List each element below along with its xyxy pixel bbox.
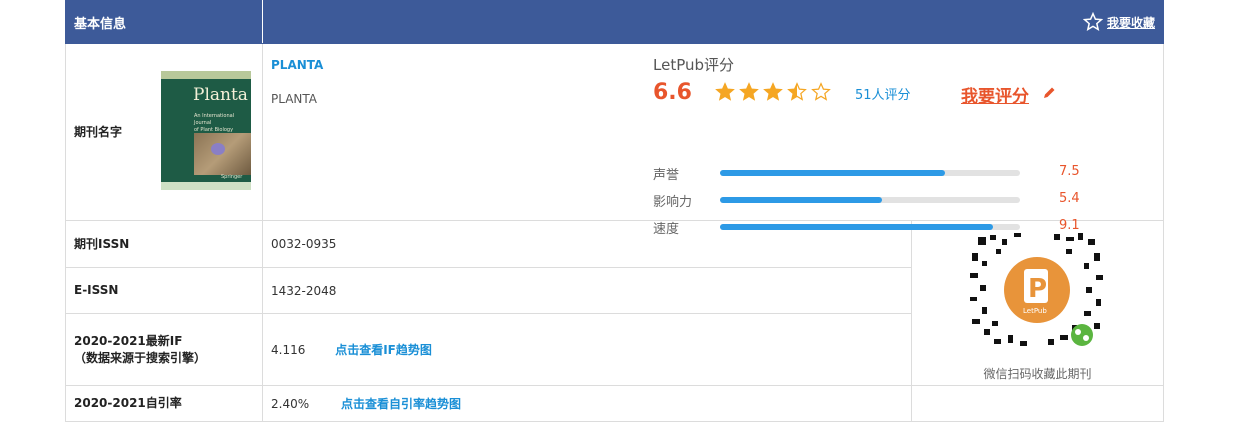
- metric-speed-label: 速度: [653, 222, 680, 237]
- metric-impact-value: 5.4: [1059, 191, 1080, 206]
- section-title: 基本信息: [74, 16, 127, 32]
- issn-label: 期刊ISSN: [65, 220, 263, 268]
- favorite-label: 我要收藏: [1107, 15, 1156, 30]
- info-table: 基本信息 我要收藏 期刊名字 PLANTA PLANTA LetPub评分 6.…: [65, 0, 1165, 422]
- eissn-label: E-ISSN: [65, 267, 263, 314]
- metric-reputation-value: 7.5: [1059, 164, 1080, 179]
- qr-center-text: LetPub: [1023, 307, 1047, 315]
- cover-subtitle-line1: An International Journal: [194, 113, 235, 126]
- star-full-icon: [763, 82, 783, 101]
- star-full-icon: [715, 82, 735, 101]
- cover-title: Planta: [193, 85, 248, 105]
- star-full-icon: [739, 82, 759, 101]
- metric-impact-bar: [720, 197, 1020, 203]
- self-citation-row: 2020-2021自引率 2.40% 点击查看自引率趋势图: [65, 385, 1165, 422]
- letpub-score-title: LetPub评分: [653, 56, 735, 74]
- self-citation-trend-link[interactable]: 点击查看自引率趋势图: [341, 397, 461, 411]
- journal-info-panel: 基本信息 我要收藏 期刊名字 PLANTA PLANTA LetPub评分 6.…: [65, 0, 1165, 422]
- self-citation-label: 2020-2021自引率: [65, 385, 263, 422]
- eissn-value: 1432-2048: [262, 267, 912, 314]
- impact-factor-label-line2: （数据来源于搜索引擎）: [74, 350, 207, 365]
- star-half-icon: [787, 82, 807, 101]
- journal-name-link[interactable]: PLANTA: [271, 58, 323, 72]
- star-rating: [715, 82, 831, 102]
- rate-journal-button[interactable]: 我要评分: [961, 82, 1029, 107]
- star-empty-icon: [811, 82, 831, 101]
- favorite-button[interactable]: 我要收藏: [1083, 12, 1155, 32]
- pencil-icon[interactable]: [1041, 85, 1057, 101]
- if-trend-link[interactable]: 点击查看IF趋势图: [335, 343, 432, 357]
- impact-factor-label-line1: 2020-2021最新IF: [74, 333, 183, 348]
- impact-factor-label: 2020-2021最新IF （数据来源于搜索引擎）: [65, 313, 263, 386]
- journal-abbreviation: PLANTA: [271, 92, 317, 106]
- cover-publisher: Springer: [221, 174, 243, 180]
- qr-caption: 微信扫码收藏此期刊: [983, 367, 1092, 381]
- score-value: 6.6: [653, 80, 692, 105]
- metric-impact-fill: [720, 197, 882, 203]
- issn-row: 期刊ISSN 0032-0935 P LetPub 微信扫码收藏此期刊: [65, 220, 1165, 386]
- header-row: 基本信息 我要收藏: [65, 0, 1165, 44]
- journal-cover-image: Planta An International Journal of Plant…: [161, 71, 251, 190]
- metric-reputation-bar: [720, 170, 1020, 176]
- svg-text:P: P: [1028, 274, 1047, 304]
- qr-code-image[interactable]: P LetPub: [968, 231, 1106, 349]
- metric-impact-label: 影响力: [653, 195, 693, 210]
- cover-subtitle: An International Journal of Plant Biolog…: [194, 113, 251, 134]
- metric-reputation-label: 声誉: [653, 168, 680, 183]
- star-outline-icon: [1083, 12, 1103, 31]
- qr-code-panel: P LetPub 微信扫码收藏此期刊: [910, 220, 1165, 386]
- impact-factor-value: 4.116: [271, 343, 306, 357]
- metric-reputation-fill: [720, 170, 945, 176]
- self-citation-value: 2.40%: [271, 397, 310, 411]
- rating-count-link[interactable]: 51人评分: [855, 84, 911, 103]
